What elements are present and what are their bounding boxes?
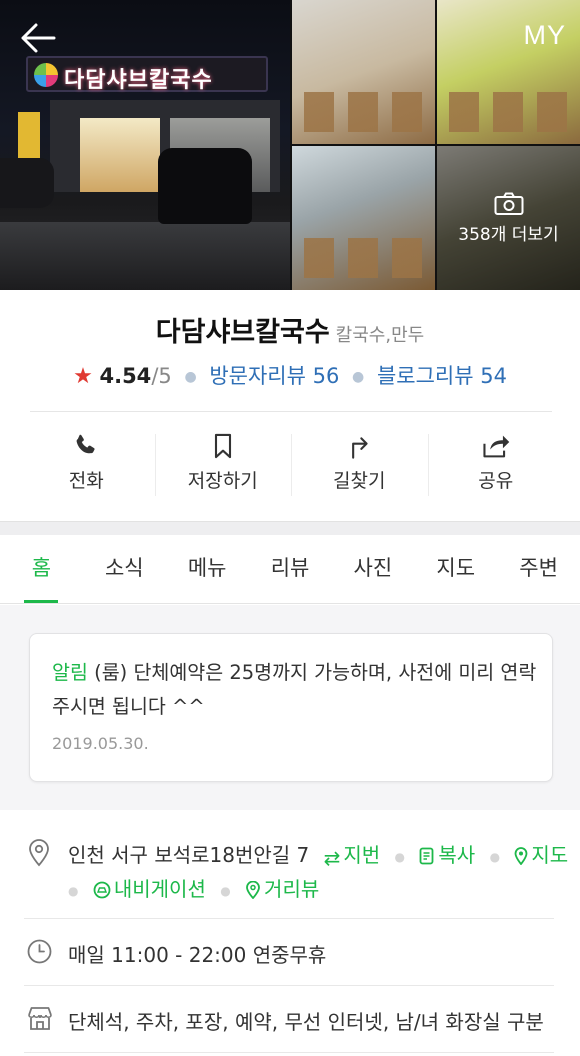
save-label: 저장하기 xyxy=(187,470,258,492)
street-view-button[interactable]: 거리뷰 xyxy=(245,877,319,901)
more-photos-button[interactable]: 358개 더보기 xyxy=(437,146,580,290)
separator-dot: ● xyxy=(220,883,231,898)
entrance-door xyxy=(80,118,160,192)
separator-dot: ● xyxy=(352,369,365,385)
action-bar: 전화 저장하기 길찾기 공유 xyxy=(18,424,564,508)
tables xyxy=(304,238,423,278)
call-button[interactable]: 전화 xyxy=(18,424,155,508)
place-name: 다담샤브칼국수 xyxy=(155,317,330,348)
tab-reviews[interactable]: 리뷰 xyxy=(249,535,332,603)
back-arrow-icon xyxy=(21,23,56,53)
tab-news[interactable]: 소식 xyxy=(83,535,166,603)
location-pin-icon xyxy=(29,839,49,867)
star-icon: ★ xyxy=(73,364,93,389)
brand-logo-icon xyxy=(34,63,58,87)
separator-dot: ● xyxy=(489,849,501,864)
address-row: 인천 서구 보석로18번안길 7 ⇄ 지번 ● 복사 ● 지도 ● 내비게이션 ●… xyxy=(0,812,580,920)
notice-text: 알림 (룸) 단체예약은 25명까지 가능하며, 사전에 미리 연락 주시면 됩… xyxy=(52,656,538,724)
separator-dot: ● xyxy=(68,883,79,898)
store-icon xyxy=(28,1007,52,1030)
tab-bar: 홈 소식 메뉴 리뷰 사진 지도 주변 xyxy=(0,535,580,604)
parked-car xyxy=(158,148,252,224)
navigation-label: 내비게이션 xyxy=(113,877,206,901)
save-button[interactable]: 저장하기 xyxy=(154,424,292,508)
tab-map[interactable]: 지도 xyxy=(414,535,497,603)
parked-car-left xyxy=(0,158,54,208)
address-text: 인천 서구 보석로18번안길 7 xyxy=(68,843,310,867)
interior-photo-1[interactable] xyxy=(292,0,435,144)
directions-button[interactable]: 길찾기 xyxy=(291,424,428,508)
notice-body: (룸) 단체예약은 25명까지 가능하며, 사전에 미리 연락 주시면 됩니다 … xyxy=(52,661,537,718)
share-label: 공유 xyxy=(478,470,514,492)
copy-button[interactable]: 복사 xyxy=(419,843,475,867)
tables xyxy=(304,92,423,132)
copy-label: 복사 xyxy=(438,843,476,867)
call-label: 전화 xyxy=(68,470,104,492)
hours-row[interactable]: 매일 11:00 - 22:00 연중무휴 xyxy=(0,919,580,987)
visitor-review-link[interactable]: 방문자리뷰 56 xyxy=(209,364,339,388)
rating-row: ★ 4.54/5 ● 방문자리뷰 56 ● 블로그리뷰 54 xyxy=(0,360,580,390)
jibun-button[interactable]: ⇄ 지번 xyxy=(323,843,381,870)
my-button[interactable]: MY xyxy=(524,20,567,51)
jibun-label: 지번 xyxy=(343,843,381,867)
street-view-label: 거리뷰 xyxy=(264,877,320,901)
bookmark-icon xyxy=(214,433,231,459)
street-view-icon xyxy=(246,881,260,899)
navigation-button[interactable]: 내비게이션 xyxy=(93,877,206,901)
tab-nearby[interactable]: 주변 xyxy=(497,535,580,603)
notice-tag: 알림 xyxy=(52,661,88,684)
notice-card[interactable]: 알림 (룸) 단체예약은 25명까지 가능하며, 사전에 미리 연락 주시면 됩… xyxy=(29,633,553,782)
clock-icon xyxy=(27,939,52,964)
directions-arrow-icon xyxy=(352,437,368,459)
separator-dot: ● xyxy=(184,369,197,385)
hours-text: 매일 11:00 - 22:00 연중무휴 xyxy=(68,943,327,967)
divider xyxy=(24,1052,554,1053)
tab-photos[interactable]: 사진 xyxy=(331,535,414,603)
more-photos-label: 358개 더보기 xyxy=(458,225,559,245)
map-pin-icon xyxy=(515,847,528,865)
copy-icon xyxy=(419,847,434,865)
tab-menu[interactable]: 메뉴 xyxy=(166,535,249,603)
swap-icon: ⇄ xyxy=(323,846,341,870)
tab-home[interactable]: 홈 xyxy=(0,535,83,603)
amenities-row: 단체석, 주차, 포장, 예약, 무선 인터넷, 남/녀 화장실 구분 xyxy=(0,986,580,1054)
rating-score: 4.54 xyxy=(99,364,152,388)
share-icon xyxy=(483,435,510,458)
notice-date: 2019.05.30. xyxy=(52,734,149,753)
share-button[interactable]: 공유 xyxy=(427,424,565,508)
directions-label: 길찾기 xyxy=(333,470,386,492)
divider xyxy=(30,411,552,412)
rating-max: /5 xyxy=(151,364,172,388)
blog-review-link[interactable]: 블로그리뷰 54 xyxy=(377,364,507,388)
store-sign: 다담샤브칼국수 xyxy=(26,56,268,93)
map-label: 지도 xyxy=(531,843,569,867)
back-button[interactable] xyxy=(18,20,58,56)
photo-gallery[interactable]: 다담샤브칼국수 358개 더보기 MY xyxy=(0,0,580,290)
address-line: 인천 서구 보석로18번안길 7 ⇄ 지번 ● 복사 ● 지도 xyxy=(68,839,568,870)
place-category: 칼국수,만두 xyxy=(335,325,425,346)
amenities-text: 단체석, 주차, 포장, 예약, 무선 인터넷, 남/녀 화장실 구분 xyxy=(68,1010,544,1034)
parking-lot xyxy=(0,222,290,290)
section-gap xyxy=(0,521,580,535)
camera-icon xyxy=(494,192,523,215)
address-links: ● 내비게이션 ● 거리뷰 xyxy=(68,873,319,902)
phone-icon xyxy=(76,434,95,454)
store-sign-text: 다담샤브칼국수 xyxy=(64,68,213,93)
separator-dot: ● xyxy=(394,849,406,864)
place-title: 다담샤브칼국수 칼국수,만두 xyxy=(0,310,580,349)
map-link[interactable]: 지도 xyxy=(514,843,568,867)
car-icon xyxy=(93,881,111,899)
tables xyxy=(449,92,568,132)
interior-photo-3[interactable] xyxy=(292,146,435,290)
